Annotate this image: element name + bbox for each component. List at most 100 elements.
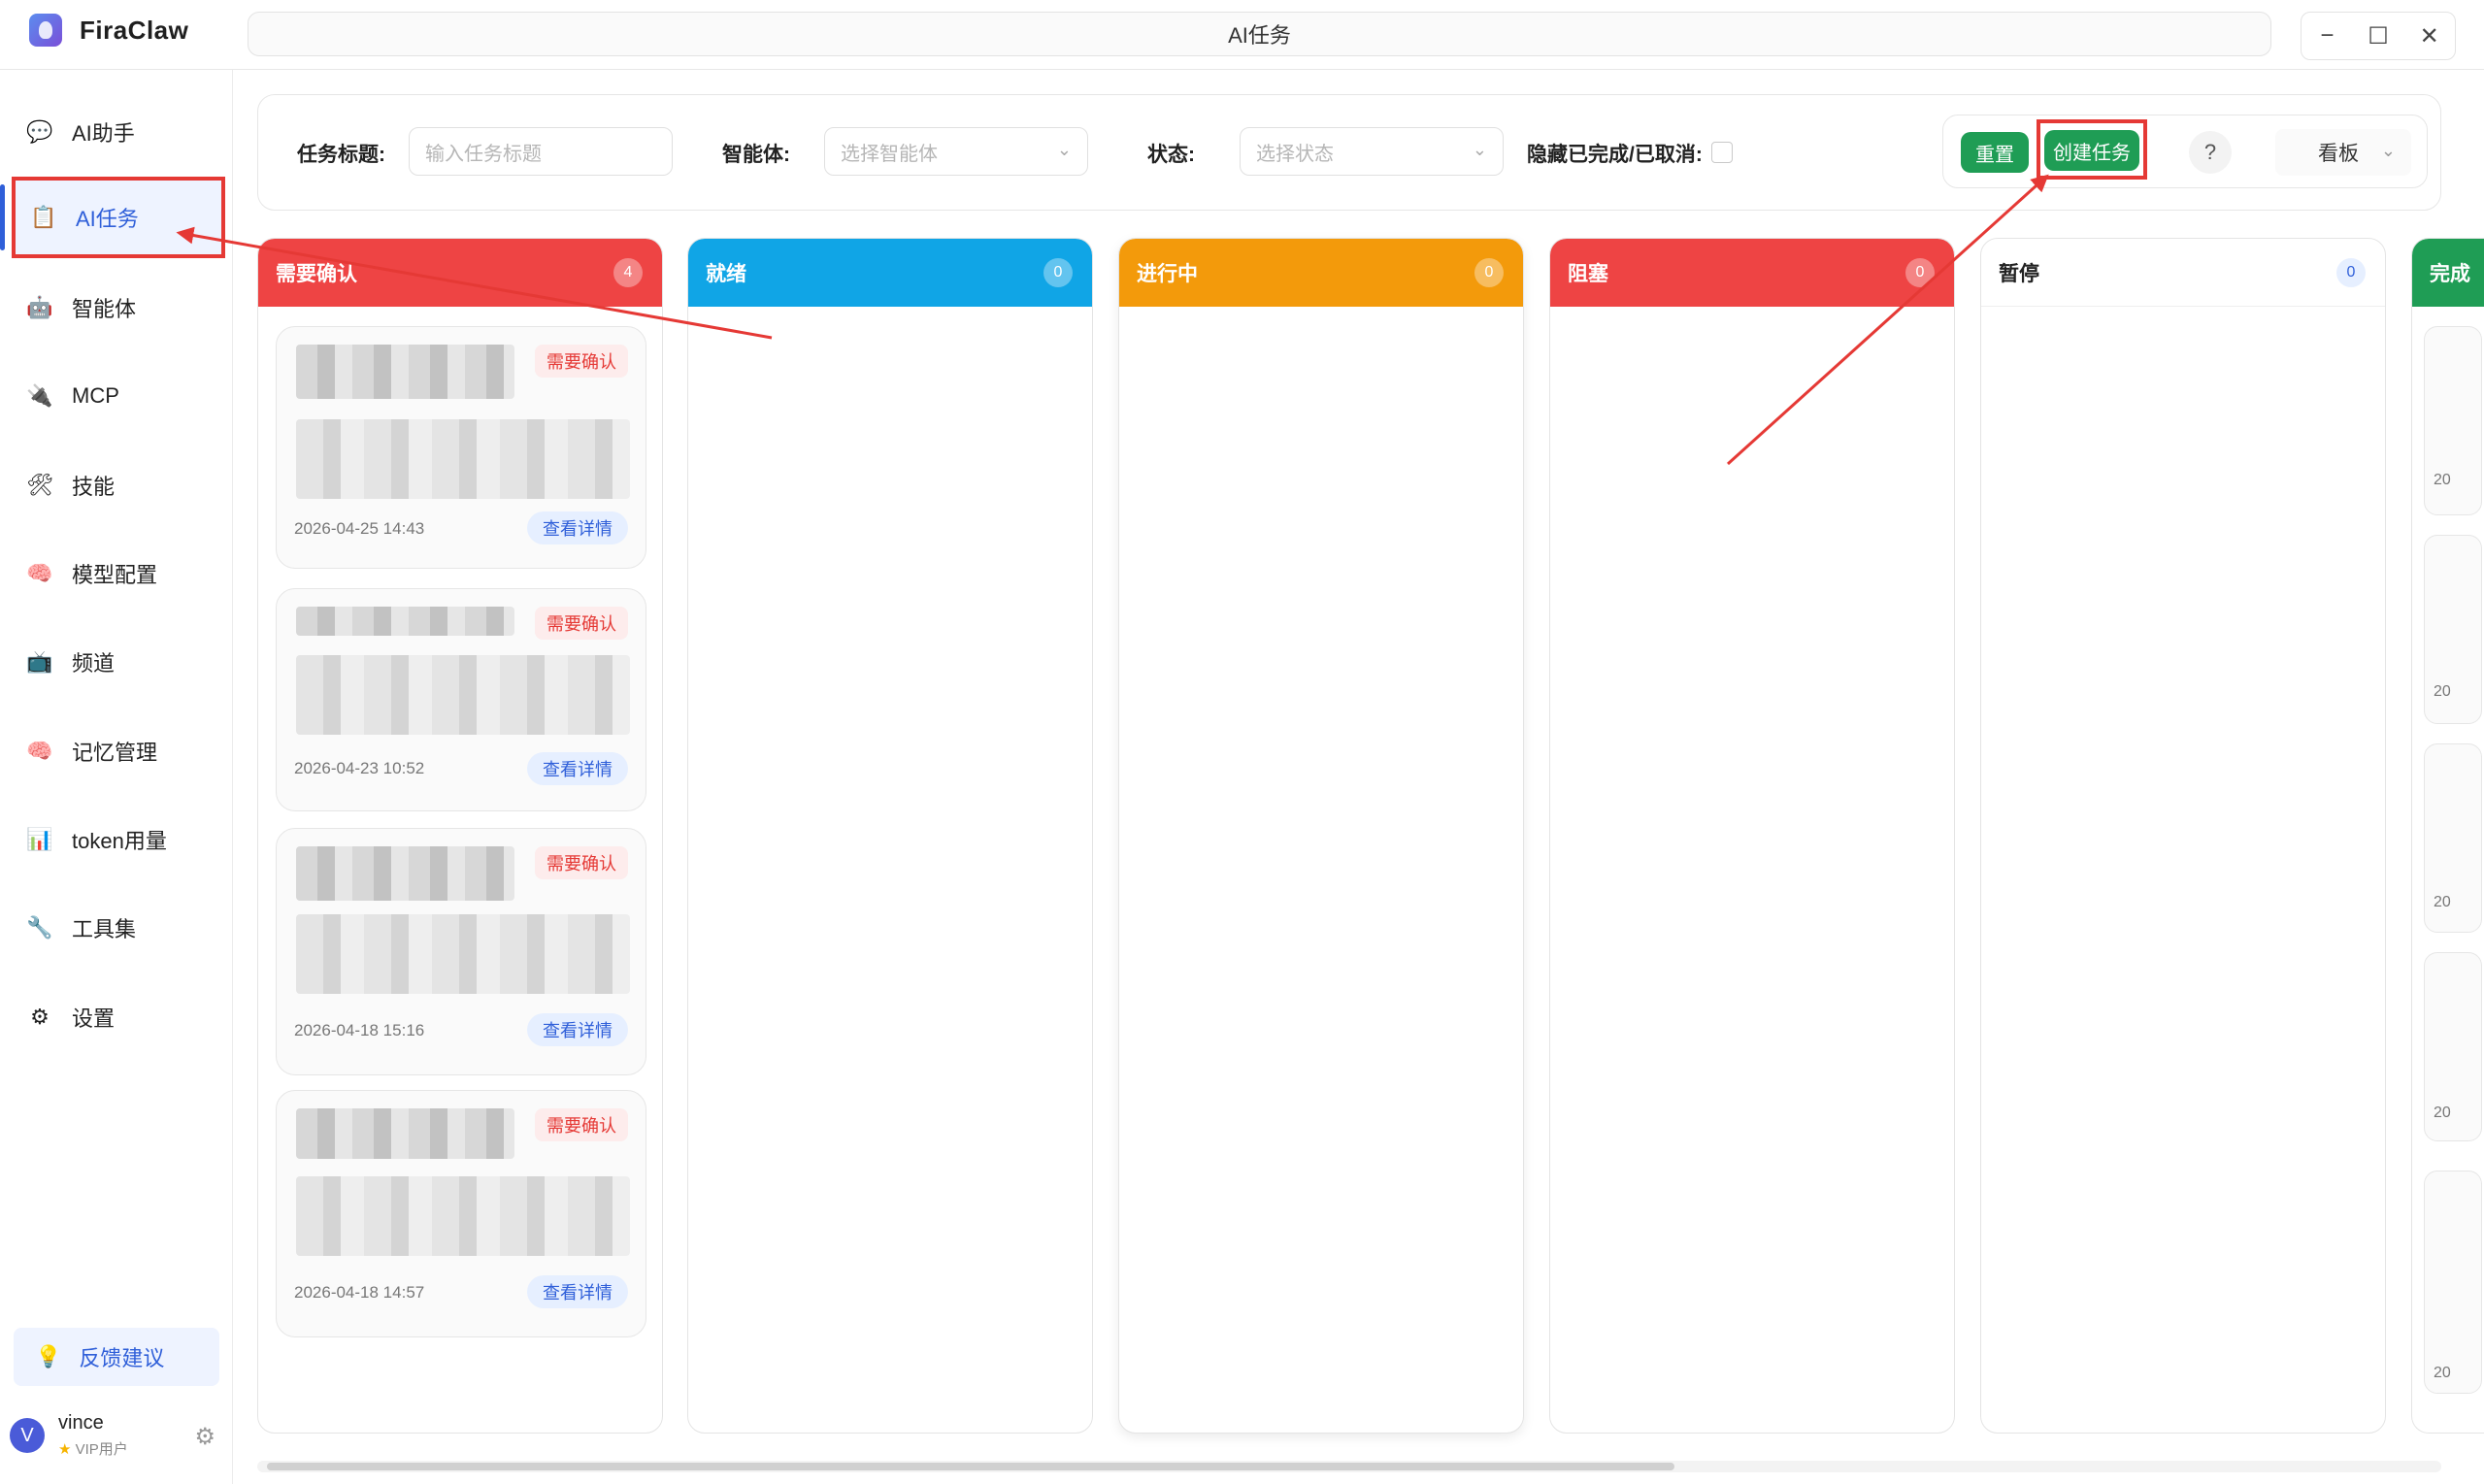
status-badge: 需要确认 [535, 345, 628, 378]
task-card[interactable] [2424, 952, 2482, 1141]
create-button-highlight: 创建任务 [2037, 119, 2147, 180]
status-badge: 需要确认 [535, 846, 628, 879]
status-badge: 需要确认 [535, 607, 628, 640]
sidebar-item-label: 技能 [72, 475, 116, 499]
view-mode-select[interactable]: 看板 ⌄ [2275, 129, 2411, 176]
task-date: 20 [2434, 1105, 2451, 1121]
window-controls: − ☐ ✕ [2301, 12, 2456, 60]
task-date: 2026-04-18 14:57 [294, 1283, 425, 1302]
maximize-icon[interactable]: ☐ [2359, 22, 2398, 50]
sidebar-item-label: AI任务 [76, 207, 139, 231]
agent-select[interactable]: 选择智能体 ⌄ [824, 127, 1088, 176]
task-date: 2026-04-25 14:43 [294, 519, 425, 538]
reset-button[interactable]: 重置 [1961, 132, 2029, 173]
status-select-value: 选择状态 [1256, 143, 1334, 165]
sidebar-item-label: AI助手 [72, 121, 135, 146]
column-title: 需要确认 [276, 263, 357, 285]
sidebar-item-label: 模型配置 [72, 563, 158, 587]
status-badge: 需要确认 [535, 1108, 628, 1141]
column-header: 暂停 0 [1981, 239, 2385, 307]
view-details-button[interactable]: 查看详情 [527, 511, 628, 544]
column-title: 阻塞 [1568, 263, 1608, 285]
column-title: 就绪 [706, 263, 746, 285]
task-card[interactable]: 需要确认 2026-04-18 15:16 查看详情 [276, 828, 646, 1075]
column-header: 阻塞 0 [1550, 239, 1954, 307]
clipboard-icon: 📋 [30, 205, 57, 229]
close-icon[interactable]: ✕ [2410, 22, 2449, 50]
task-title-input[interactable]: 输入任务标题 [409, 127, 673, 176]
status-select[interactable]: 选择状态 ⌄ [1240, 127, 1504, 176]
sidebar-item-label: MCP [72, 383, 119, 408]
user-level: ★ VIP用户 [58, 1438, 128, 1459]
task-title-redacted [296, 1108, 514, 1159]
column-header: 就绪 0 [688, 239, 1092, 307]
avatar: V [10, 1418, 45, 1453]
task-date: 2026-04-18 15:16 [294, 1021, 425, 1039]
filter-bar: 任务标题: 输入任务标题 智能体: 选择智能体 ⌄ 状态: 选择状态 ⌄ 隐藏已… [257, 94, 2441, 211]
column-ready: 就绪 0 [687, 238, 1093, 1434]
sidebar-item-label: 工具集 [72, 917, 137, 941]
task-card[interactable]: 需要确认 2026-04-18 14:57 查看详情 [276, 1090, 646, 1337]
task-date: 20 [2434, 472, 2451, 488]
column-blocked: 阻塞 0 [1549, 238, 1955, 1434]
help-icon[interactable]: ? [2189, 131, 2232, 174]
status-label: 状态: [1147, 144, 1195, 166]
task-card[interactable] [2424, 535, 2482, 724]
bar-chart-icon: 📊 [26, 827, 53, 851]
app-name: FiraClaw [80, 15, 189, 45]
task-card[interactable] [2424, 1171, 2482, 1394]
tv-icon: 📺 [26, 649, 53, 674]
agent-select-value: 选择智能体 [841, 143, 938, 165]
sidebar-item-toolkit[interactable]: 🔧 工具集 [12, 887, 225, 969]
sidebar-item-model-config[interactable]: 🧠 模型配置 [12, 533, 225, 614]
gear-icon: ⚙ [30, 1005, 50, 1029]
view-mode-value: 看板 [2318, 143, 2359, 165]
minimize-icon[interactable]: − [2307, 22, 2346, 49]
sidebar-item-label: 设置 [72, 1006, 116, 1031]
sidebar-item-mcp[interactable]: 🔌 MCP [12, 355, 225, 437]
task-card[interactable] [2424, 743, 2482, 933]
sidebar-item-label: token用量 [72, 829, 167, 853]
column-header: 需要确认 4 [258, 239, 662, 307]
feedback-label: 反馈建议 [79, 1346, 165, 1370]
task-title-label: 任务标题: [297, 144, 385, 166]
sidebar-item-memory[interactable]: 🧠 记忆管理 [12, 710, 225, 792]
task-date: 20 [2434, 894, 2451, 910]
user-name: vince [58, 1412, 104, 1434]
horizontal-scrollbar[interactable] [257, 1461, 2441, 1472]
sidebar-item-agents[interactable]: 🤖 智能体 [12, 267, 225, 348]
task-card[interactable]: 需要确认 2026-04-25 14:43 查看详情 [276, 326, 646, 569]
brand: FiraClaw [29, 14, 188, 47]
sidebar-item-settings[interactable]: ⚙ 设置 [12, 976, 225, 1058]
sidebar-item-ai-tasks[interactable]: 📋 AI任务 [0, 177, 225, 258]
user-profile[interactable]: V vince ★ VIP用户 ⚙ [10, 1402, 223, 1469]
column-in-progress: 进行中 0 [1118, 238, 1524, 1434]
task-description-redacted [296, 914, 630, 994]
lightbulb-icon: 💡 [35, 1344, 62, 1369]
column-count-badge: 0 [1474, 258, 1504, 287]
brain-icon: 🧠 [26, 739, 53, 763]
title-bar: FiraClaw AI任务 − ☐ ✕ [0, 0, 2484, 70]
sidebar-item-token-usage[interactable]: 📊 token用量 [12, 799, 225, 880]
column-needs-confirmation: 需要确认 4 需要确认 2026-04-25 14:43 查看详情 需要确认 2… [257, 238, 663, 1434]
agent-label: 智能体: [722, 144, 790, 166]
sidebar-item-skills[interactable]: 🛠 技能 [12, 445, 225, 526]
sidebar-item-channels[interactable]: 📺 频道 [12, 621, 225, 703]
sidebar-item-label: 频道 [72, 651, 116, 676]
task-title-redacted [296, 345, 514, 399]
chevron-down-icon: ⌄ [1472, 140, 1487, 159]
task-title-redacted [296, 607, 514, 636]
scrollbar-thumb[interactable] [267, 1463, 1674, 1470]
task-card[interactable]: 需要确认 2026-04-23 10:52 查看详情 [276, 588, 646, 811]
create-task-button[interactable]: 创建任务 [2044, 130, 2139, 171]
column-count-badge: 0 [2336, 258, 2366, 287]
hide-completed-checkbox[interactable] [1711, 142, 1733, 163]
view-details-button[interactable]: 查看详情 [527, 1013, 628, 1046]
view-details-button[interactable]: 查看详情 [527, 1275, 628, 1308]
column-header: 进行中 0 [1119, 239, 1523, 307]
feedback-button[interactable]: 💡 反馈建议 [14, 1328, 219, 1386]
gear-icon[interactable]: ⚙ [194, 1423, 215, 1451]
task-card[interactable] [2424, 326, 2482, 515]
sidebar-item-ai-assistant[interactable]: 💬 AI助手 [12, 91, 225, 173]
view-details-button[interactable]: 查看详情 [527, 752, 628, 785]
